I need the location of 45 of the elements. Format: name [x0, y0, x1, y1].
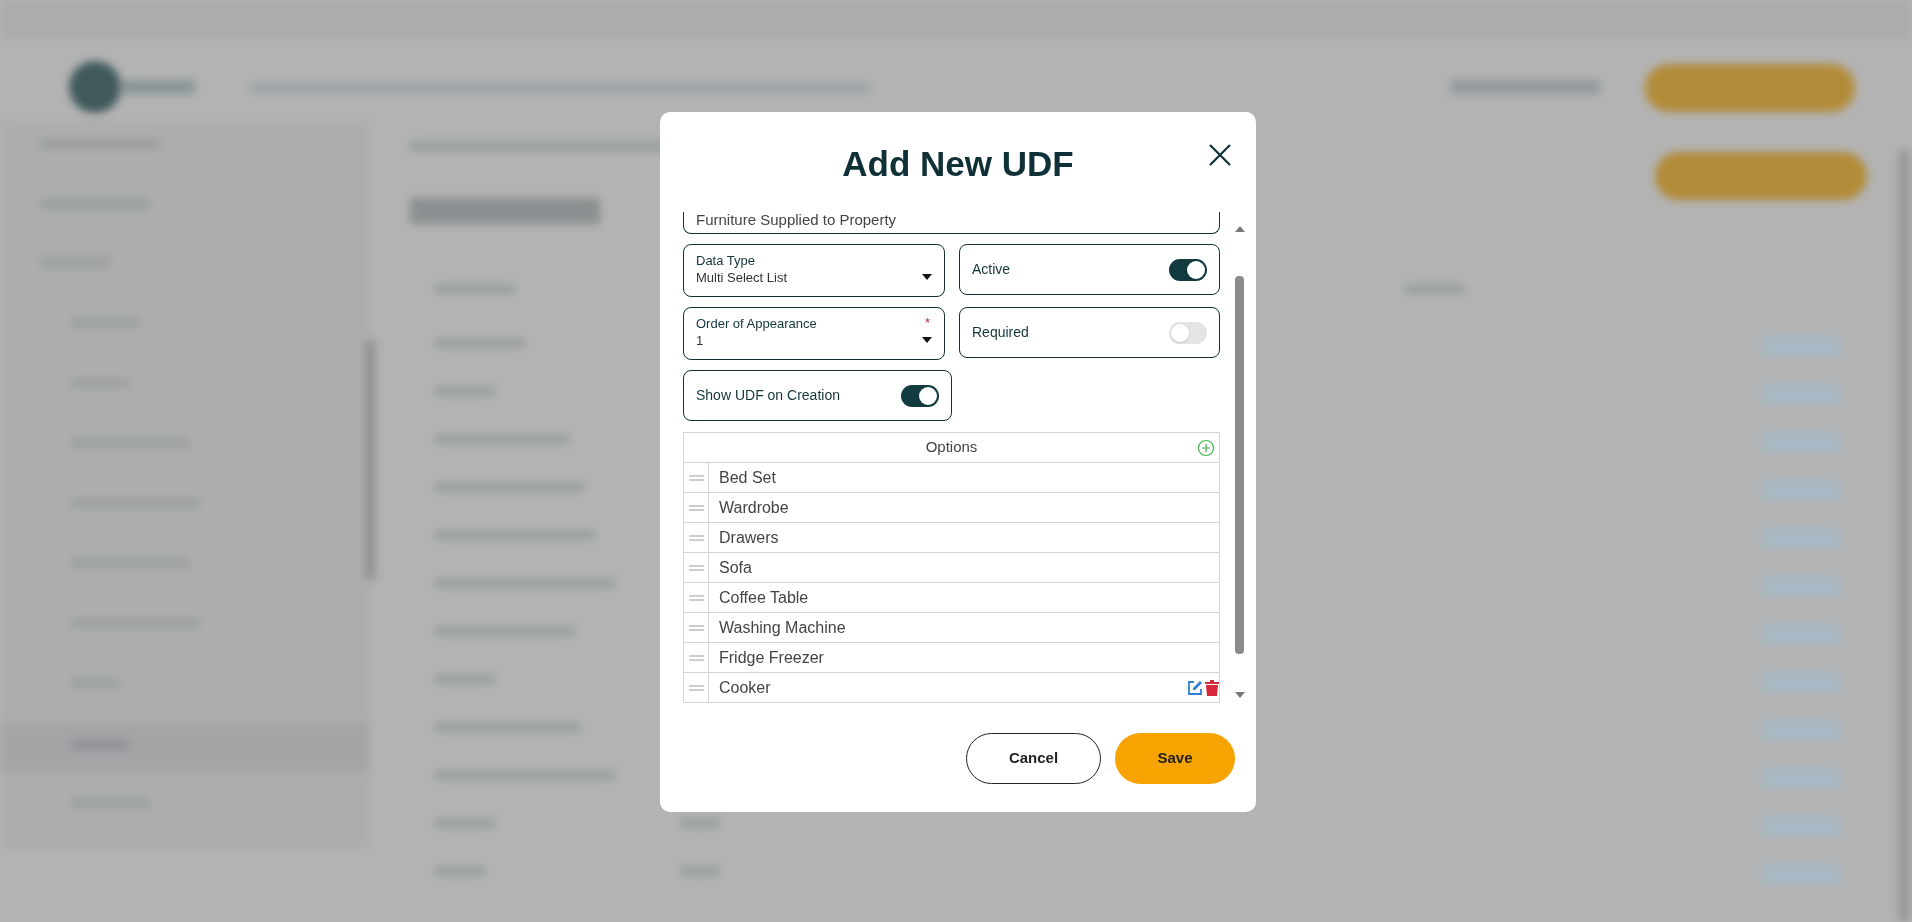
dialog-title: Add New UDF [842, 143, 1074, 186]
option-label: Drawers [719, 527, 779, 548]
field-value: 1 [696, 333, 704, 348]
toggle-label: Required [972, 323, 1029, 342]
toggle-label: Show UDF on Creation [696, 386, 840, 405]
plus-circle-icon [1197, 439, 1215, 457]
table-header: Options [925, 437, 978, 458]
drag-handle-icon[interactable] [688, 624, 704, 631]
toggle-label: Active [972, 260, 1011, 279]
option-label: Coffee Table [719, 587, 809, 608]
drag-handle-icon[interactable] [688, 504, 704, 511]
edit-icon [1187, 679, 1203, 696]
drag-handle-icon[interactable] [688, 564, 704, 571]
required-marker: * [924, 314, 930, 332]
caret-icon [922, 274, 932, 280]
toggle-switch[interactable] [1169, 258, 1207, 281]
caret-icon [922, 337, 932, 343]
toggle-switch[interactable] [901, 384, 939, 407]
edit-button[interactable] [1187, 679, 1203, 696]
drag-handle-icon[interactable] [688, 654, 704, 661]
save-button[interactable]: Save [1115, 732, 1235, 784]
drag-handle-icon[interactable] [688, 534, 704, 541]
toggle-switch[interactable] [1169, 321, 1207, 344]
scrollbar-thumb[interactable] [1235, 276, 1244, 654]
cancel-button[interactable]: Cancel [966, 732, 1101, 784]
option-label: Washing Machine [719, 617, 846, 638]
drag-handle-icon[interactable] [688, 684, 704, 691]
option-label: Sofa [719, 557, 752, 578]
option-label: Wardrobe [719, 497, 789, 518]
drag-handle-icon[interactable] [688, 474, 704, 481]
data-type-select[interactable]: Data Type Multi Select List [683, 244, 945, 297]
name-field[interactable]: Furniture Supplied to Property [683, 212, 1220, 234]
order-select[interactable]: Order of Appearance 1 * [683, 307, 945, 360]
trash-icon [1205, 679, 1219, 696]
delete-button[interactable] [1205, 679, 1219, 696]
field-label: Data Type [696, 253, 756, 268]
field-label: Order of Appearance [696, 316, 817, 331]
field-value: Multi Select List [696, 270, 788, 285]
option-label: Cooker [719, 677, 771, 698]
drag-handle-icon[interactable] [688, 594, 704, 601]
scroll-up-icon[interactable] [1234, 224, 1246, 234]
scroll-down-icon[interactable] [1234, 690, 1246, 700]
option-label: Bed Set [719, 467, 776, 488]
add-button[interactable] [1197, 439, 1215, 457]
option-label: Fridge Freezer [719, 647, 824, 668]
